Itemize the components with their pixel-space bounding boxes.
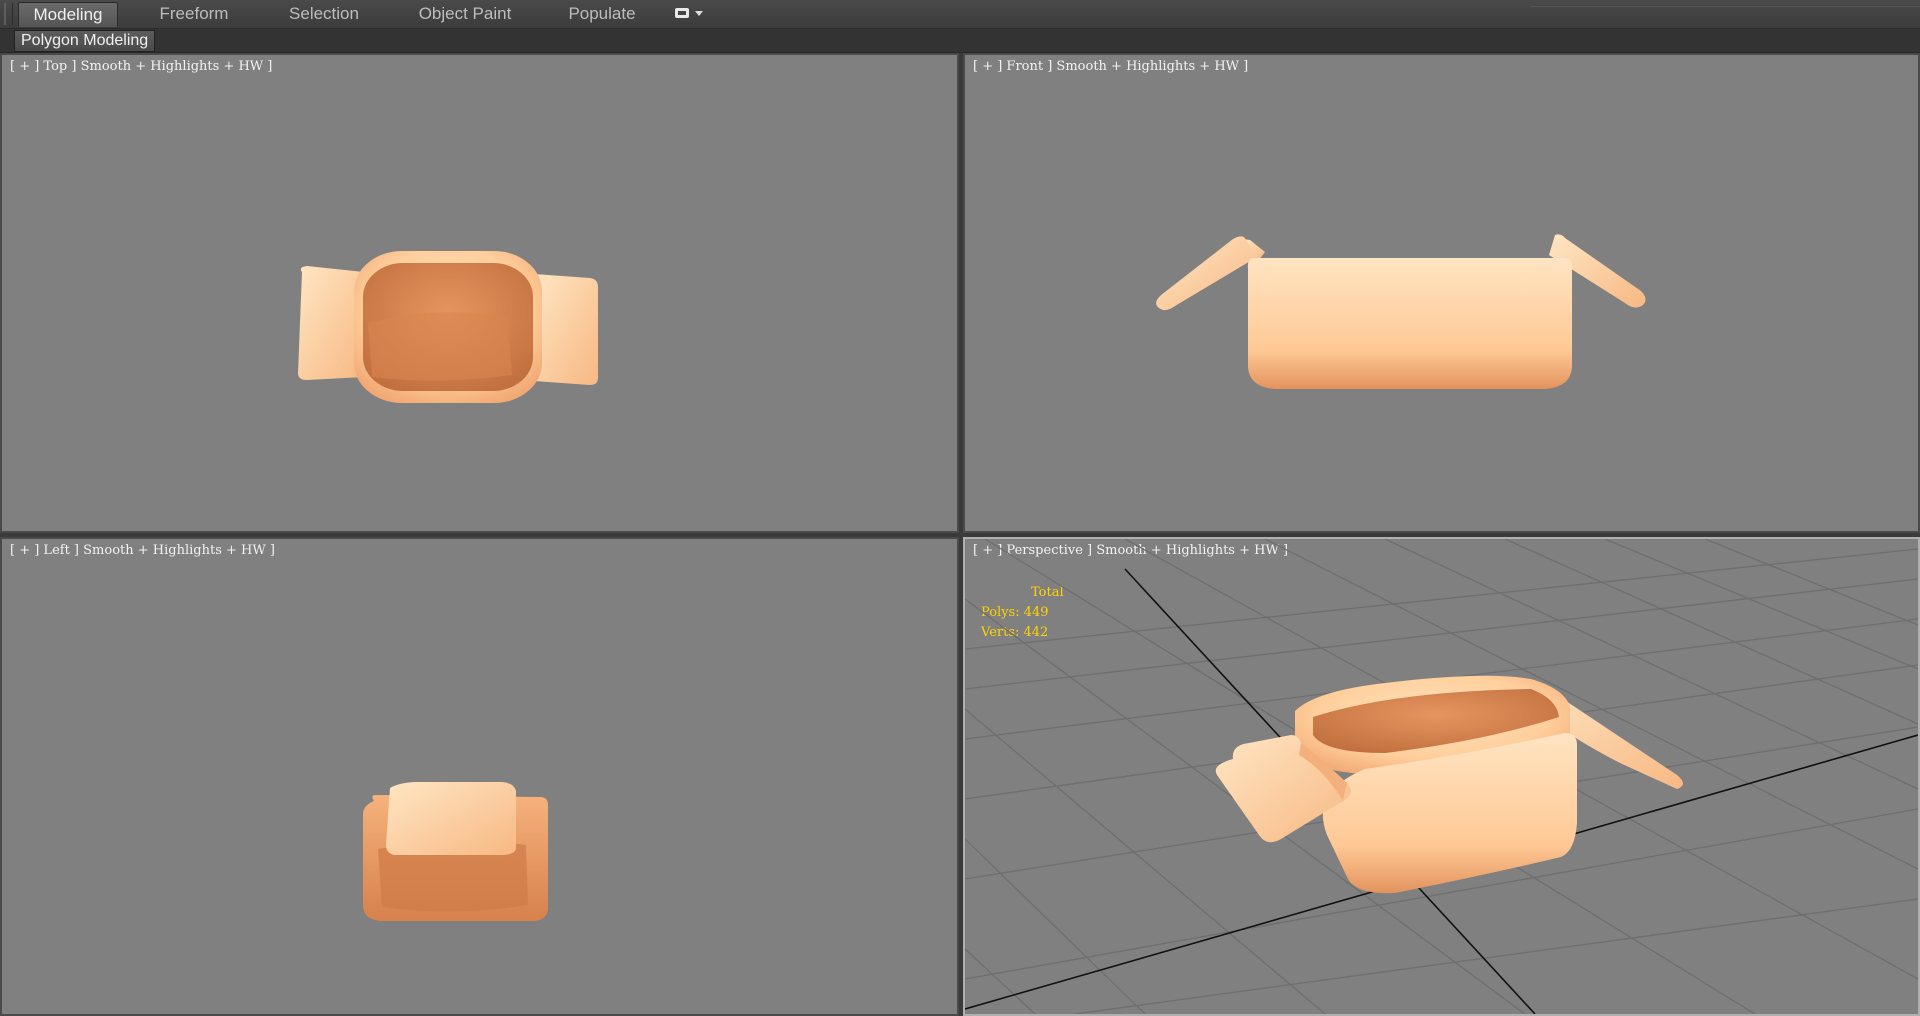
viewport-left[interactable]: [ + ] Left ] Smooth + Highlights + HW ] — [0, 537, 959, 1016]
tab-modeling[interactable]: Modeling — [18, 2, 118, 27]
dropdown-arrow-icon — [695, 11, 703, 16]
tab-freeform[interactable]: Freeform — [148, 2, 240, 26]
ribbon-divider — [1530, 0, 1920, 7]
ribbon-grip[interactable] — [4, 3, 13, 25]
box-model-left-view — [363, 782, 548, 921]
ribbon-options-icon[interactable] — [675, 6, 705, 22]
polygon-modeling-panel-button[interactable]: Polygon Modeling — [14, 30, 156, 52]
ribbon-tab-bar: Modeling Freeform Selection Object Paint… — [0, 0, 1920, 29]
ribbon-panel-bar: Polygon Modeling — [0, 29, 1920, 53]
viewport-top[interactable]: [ + ] Top ] Smooth + Highlights + HW ] — [0, 53, 959, 533]
tab-selection[interactable]: Selection — [278, 2, 370, 26]
ribbon-box-icon — [675, 8, 689, 18]
viewport-perspective[interactable]: [ + ] Perspective ] Smooth + Highlights … — [963, 537, 1920, 1016]
perspective-scene — [965, 539, 1918, 1014]
tab-object-paint[interactable]: Object Paint — [410, 2, 520, 26]
box-model-top-view — [298, 251, 598, 403]
viewport-front[interactable]: [ + ] Front ] Smooth + Highlights + HW ] — [963, 53, 1920, 533]
tab-populate[interactable]: Populate — [560, 2, 644, 26]
box-model-front-view — [1156, 234, 1646, 389]
